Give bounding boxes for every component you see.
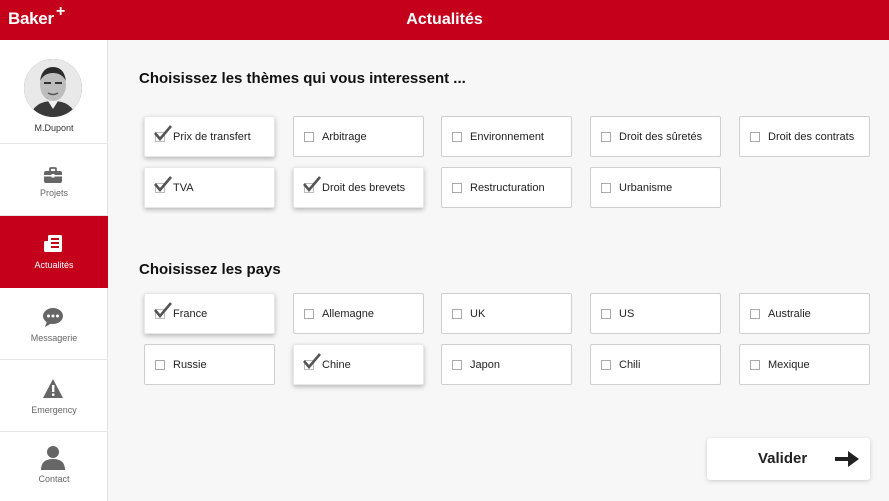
theme-option[interactable]: Urbanisme [590,167,721,208]
theme-option[interactable]: Prix de transfert [144,116,275,157]
theme-option[interactable]: Arbitrage [293,116,424,157]
country-option[interactable]: Allemagne [293,293,424,334]
countries-section-title: Choisissez les pays [139,261,281,278]
sidebar-item-messagerie[interactable]: Messagerie [0,288,108,360]
baker-logo[interactable]: Baker + [8,3,65,29]
theme-option[interactable]: Restructuration [441,167,572,208]
sidebar-item-label: Contact [38,474,70,484]
checkmark-icon [154,302,172,319]
country-option[interactable]: Mexique [739,344,870,385]
country-option[interactable]: Chine [293,344,424,385]
validate-button[interactable]: Valider [707,438,870,480]
country-option[interactable]: Japon [441,344,572,385]
theme-option[interactable]: Droit des contrats [739,116,870,157]
option-label: TVA [173,182,194,194]
checkbox[interactable] [750,132,760,142]
sidebar-item-label: Actualités [34,260,74,270]
country-option[interactable]: Chili [590,344,721,385]
checkmark-icon [303,353,321,370]
sidebar-item-label: Emergency [31,405,77,415]
country-option[interactable]: France [144,293,275,334]
arrow-right-icon [835,451,859,467]
logo-text: Baker [8,9,54,28]
sidebar-item-label: Projets [39,188,68,198]
checkbox[interactable] [304,132,314,142]
option-label: Droit des contrats [768,131,855,143]
sidebar: M.Dupont Projets Actualités Messagerie E… [0,40,108,501]
checkbox[interactable] [601,309,611,319]
chat-bubble-icon [43,308,63,327]
logo-plus: + [56,3,66,20]
checkmark-icon [303,176,321,193]
checkbox[interactable] [601,183,611,193]
sidebar-item-emergency[interactable]: Emergency [0,360,108,432]
option-label: Arbitrage [322,131,367,143]
checkmark-icon [154,176,172,193]
checkbox[interactable] [601,360,611,370]
theme-option[interactable]: Environnement [441,116,572,157]
checkmark-icon [154,125,172,142]
option-label: Urbanisme [619,182,673,194]
username: M.Dupont [34,123,74,133]
checkbox[interactable] [601,132,611,142]
top-bar: Actualités Baker + [0,0,889,40]
page-title: Actualités [406,11,483,28]
country-option[interactable]: Russie [144,344,275,385]
validate-label: Valider [758,450,808,467]
option-label: Japon [470,359,500,371]
checkbox[interactable] [452,360,462,370]
theme-option[interactable]: Droit des brevets [293,167,424,208]
checkbox[interactable] [304,309,314,319]
person-icon [41,446,65,470]
country-option[interactable]: US [590,293,721,334]
checkbox[interactable] [750,309,760,319]
option-label: Environnement [470,131,544,143]
option-label: Droit des sûretés [619,131,703,143]
checkbox[interactable] [750,360,760,370]
checkbox[interactable] [452,309,462,319]
option-label: Chine [322,359,351,371]
theme-option[interactable]: TVA [144,167,275,208]
sidebar-item-contact[interactable]: Contact [0,432,108,501]
option-label: Restructuration [470,182,545,194]
briefcase-icon [44,167,62,183]
user-profile[interactable]: M.Dupont [0,40,108,144]
themes-section-title: Choisissez les thèmes qui vous interesse… [139,70,466,87]
option-label: Russie [173,359,207,371]
theme-option[interactable]: Droit des sûretés [590,116,721,157]
option-label: Allemagne [322,308,374,320]
option-label: UK [470,308,486,320]
option-label: France [173,308,208,320]
newspaper-icon [44,235,62,252]
sidebar-item-projets[interactable]: Projets [0,144,108,216]
option-label: Prix de transfert [173,131,251,143]
warning-icon [43,379,63,398]
option-label: Droit des brevets [322,182,406,194]
checkbox[interactable] [155,360,165,370]
country-option[interactable]: UK [441,293,572,334]
avatar [24,59,82,117]
option-label: Mexique [768,359,810,371]
country-option[interactable]: Australie [739,293,870,334]
option-label: US [619,308,635,320]
option-label: Chili [619,359,641,371]
option-label: Australie [768,308,811,320]
checkbox[interactable] [452,132,462,142]
sidebar-item-actualites[interactable]: Actualités [0,216,108,288]
checkbox[interactable] [452,183,462,193]
sidebar-item-label: Messagerie [30,333,78,343]
